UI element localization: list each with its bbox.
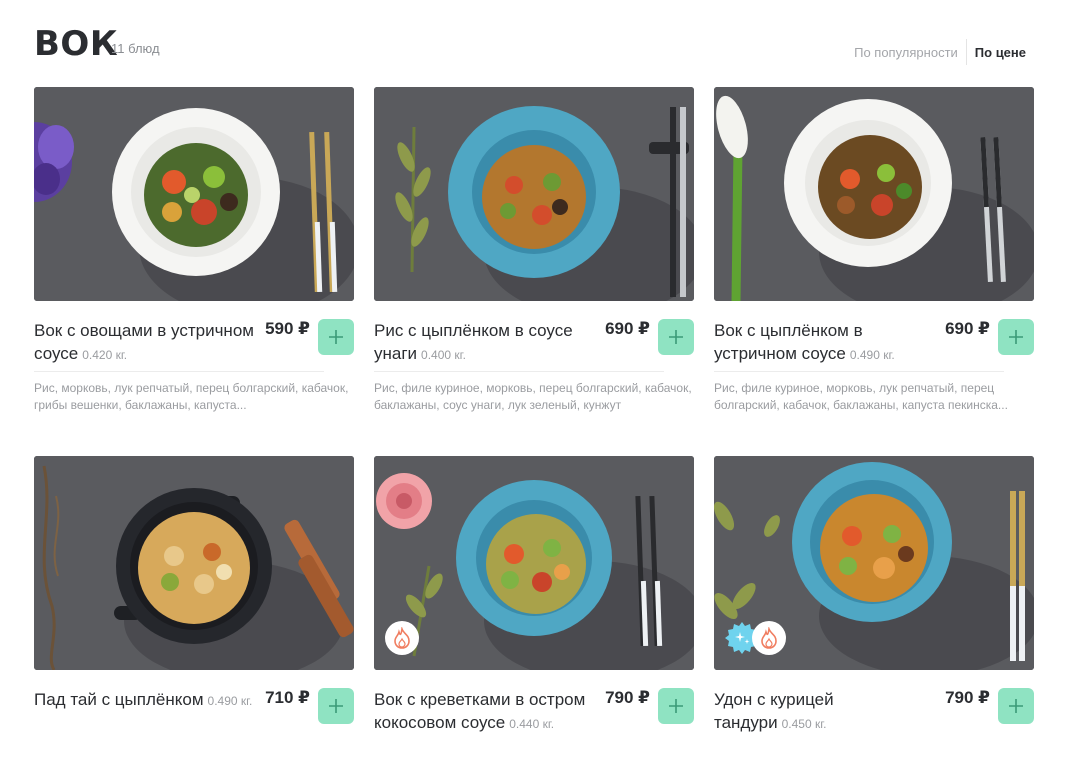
- product-weight: 0.420 кг.: [82, 348, 128, 362]
- product-price: 690 ₽: [605, 319, 650, 338]
- product-name-block[interactable]: Вок с креветками в остром кокосовом соус…: [374, 688, 594, 736]
- product-name-block[interactable]: Вок с цыплёнком в устричном соусе 0.490 к…: [714, 319, 934, 367]
- plus-icon: [329, 330, 343, 344]
- product-name[interactable]: Пад тай с цыплёнком: [34, 690, 204, 709]
- product-name[interactable]: Рис с цыплёнком в соусе унаги: [374, 321, 573, 363]
- add-to-cart-button[interactable]: [318, 688, 354, 724]
- product-name-block[interactable]: Рис с цыплёнком в соусе унаги 0.400 кг.: [374, 319, 594, 367]
- plus-icon: [329, 699, 343, 713]
- card-divider: [374, 371, 664, 372]
- spicy-icon: [761, 627, 777, 649]
- product-name[interactable]: Вок с овощами в устричном соусе: [34, 321, 254, 363]
- product-ingredients: Рис, филе куриное, морковь, лук репчатый…: [714, 381, 1008, 412]
- plus-icon: [1009, 330, 1023, 344]
- product-photo[interactable]: [374, 87, 694, 301]
- add-to-cart-button[interactable]: [658, 688, 694, 724]
- plus-icon: [669, 330, 683, 344]
- product-photo[interactable]: [374, 456, 694, 670]
- add-to-cart-button[interactable]: [318, 319, 354, 355]
- product-price: 790 ₽: [945, 688, 990, 707]
- product-name[interactable]: Вок с цыплёнком в устричном соусе: [714, 321, 863, 363]
- product-weight: 0.490 кг.: [849, 348, 895, 362]
- product-price: 790 ₽: [605, 688, 650, 707]
- product-weight: 0.400 кг.: [421, 348, 466, 362]
- page-title: ВОК: [34, 24, 119, 64]
- product-photo[interactable]: [714, 87, 1034, 301]
- product-price: 710 ₽: [265, 688, 310, 707]
- product-weight: 0.450 кг.: [781, 717, 827, 731]
- card-divider: [714, 371, 1004, 372]
- product-photo[interactable]: [714, 456, 1034, 670]
- add-to-cart-button[interactable]: [998, 319, 1034, 355]
- product-ingredients: Рис, морковь, лук репчатый, перец болгар…: [34, 381, 349, 412]
- product-price: 590 ₽: [265, 319, 310, 338]
- product-photo[interactable]: [34, 87, 354, 301]
- spicy-icon: [394, 627, 410, 649]
- product-weight: 0.490 кг.: [207, 694, 253, 708]
- product-ingredients: Рис, филе куриное, морковь, перец болгар…: [374, 381, 692, 412]
- category-header: ВОК 11 блюд По популярности По цене: [34, 24, 1034, 65]
- sort-by-price[interactable]: По цене: [967, 45, 1034, 60]
- product-name-block[interactable]: Вок с овощами в устричном соусе 0.420 кг.: [34, 319, 254, 367]
- sort-by-popularity[interactable]: По популярности: [846, 45, 966, 60]
- product-name-block[interactable]: Удон с курицей тандури 0.450 кг.: [714, 688, 934, 736]
- card-divider: [34, 371, 324, 372]
- add-to-cart-button[interactable]: [998, 688, 1034, 724]
- plus-icon: [1009, 699, 1023, 713]
- spicy-badge: [752, 621, 786, 655]
- plus-icon: [669, 699, 683, 713]
- sort-controls: По популярности По цене: [846, 39, 1034, 65]
- product-weight: 0.440 кг.: [509, 717, 555, 731]
- product-photo[interactable]: [34, 456, 354, 670]
- spicy-badge: [385, 621, 419, 655]
- product-price: 690 ₽: [945, 319, 990, 338]
- product-name-block[interactable]: Пад тай с цыплёнком 0.490 кг.: [34, 688, 254, 713]
- add-to-cart-button[interactable]: [658, 319, 694, 355]
- item-count: 11 блюд: [111, 41, 160, 56]
